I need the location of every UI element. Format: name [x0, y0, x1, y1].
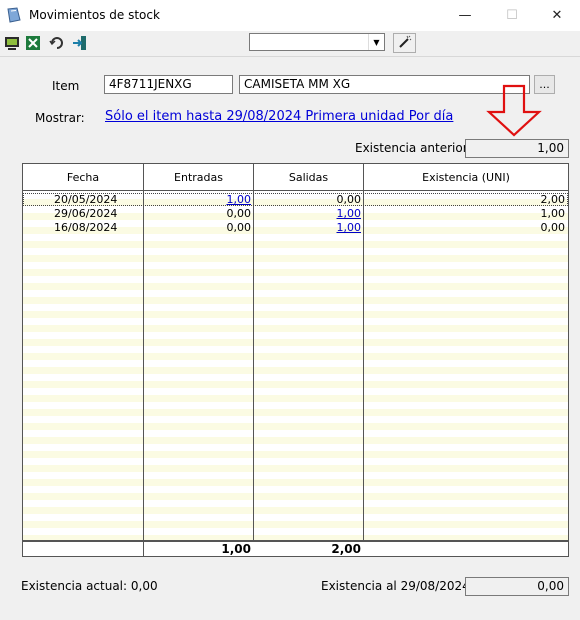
magic-wand-button[interactable] [393, 33, 416, 53]
item-code-field[interactable]: 4F8711JENXG [104, 75, 233, 94]
grid-body [23, 192, 568, 540]
salidas-link[interactable]: 1,00 [337, 221, 362, 234]
mostrar-filter-link[interactable]: Sólo el item hasta 29/08/2024 Primera un… [105, 109, 453, 124]
red-arrow-annotation [485, 84, 543, 141]
total-salidas: 2,00 [254, 542, 364, 556]
cell-existencia: 2,00 [540, 193, 566, 206]
cell-entradas[interactable]: 1,00 [144, 193, 254, 206]
prev-stock-value: 1,00 [465, 139, 569, 158]
magic-wand-icon [398, 35, 412, 52]
entradas-link[interactable]: 1,00 [227, 193, 252, 206]
item-label: Item [52, 79, 80, 93]
cell-entradas: 0,00 [226, 221, 252, 234]
excel-icon[interactable] [24, 34, 42, 52]
app-icon [6, 7, 22, 23]
cell-fecha: 16/08/2024 [54, 221, 118, 234]
chevron-down-icon[interactable]: ▼ [368, 34, 384, 50]
cell-existencia: 1,00 [540, 207, 566, 220]
prev-stock-label: Existencia anterior: [355, 141, 472, 155]
column-header-salidas[interactable]: Salidas [254, 164, 364, 191]
maximize-button[interactable]: ☐ [489, 0, 535, 31]
view-combo[interactable]: ▼ [249, 33, 385, 51]
column-header-existencia[interactable]: Existencia (UNI) [364, 164, 568, 191]
cell-salidas: 0,00 [336, 193, 362, 206]
exit-icon[interactable] [71, 34, 89, 52]
cell-fecha: 20/05/2024 [54, 193, 118, 206]
cell-entradas: 0,00 [226, 207, 252, 220]
refresh-icon[interactable] [48, 34, 66, 52]
stock-at-date-label: Existencia al 29/08/2024: [321, 579, 474, 593]
current-stock-text: Existencia actual: 0,00 [21, 579, 158, 593]
total-entradas: 1,00 [144, 542, 254, 556]
close-button[interactable]: ✕ [534, 0, 580, 31]
window-title: Movimientos de stock [29, 8, 160, 22]
mostrar-label: Mostrar: [35, 111, 85, 125]
column-header-entradas[interactable]: Entradas [144, 164, 254, 191]
cell-salidas[interactable]: 1,00 [254, 207, 364, 220]
stock-at-date-value: 0,00 [465, 577, 569, 596]
cell-fecha: 29/06/2024 [54, 207, 118, 220]
column-header-fecha[interactable]: Fecha [23, 164, 144, 191]
cell-salidas[interactable]: 1,00 [254, 221, 364, 234]
cell-existencia: 0,00 [540, 221, 566, 234]
movements-grid[interactable]: Fecha Entradas Salidas Existencia (UNI) … [22, 163, 569, 557]
toolbar-separator [0, 56, 580, 57]
salidas-link[interactable]: 1,00 [337, 207, 362, 220]
minimize-button[interactable]: — [442, 0, 488, 31]
monitor-icon[interactable] [3, 34, 21, 52]
